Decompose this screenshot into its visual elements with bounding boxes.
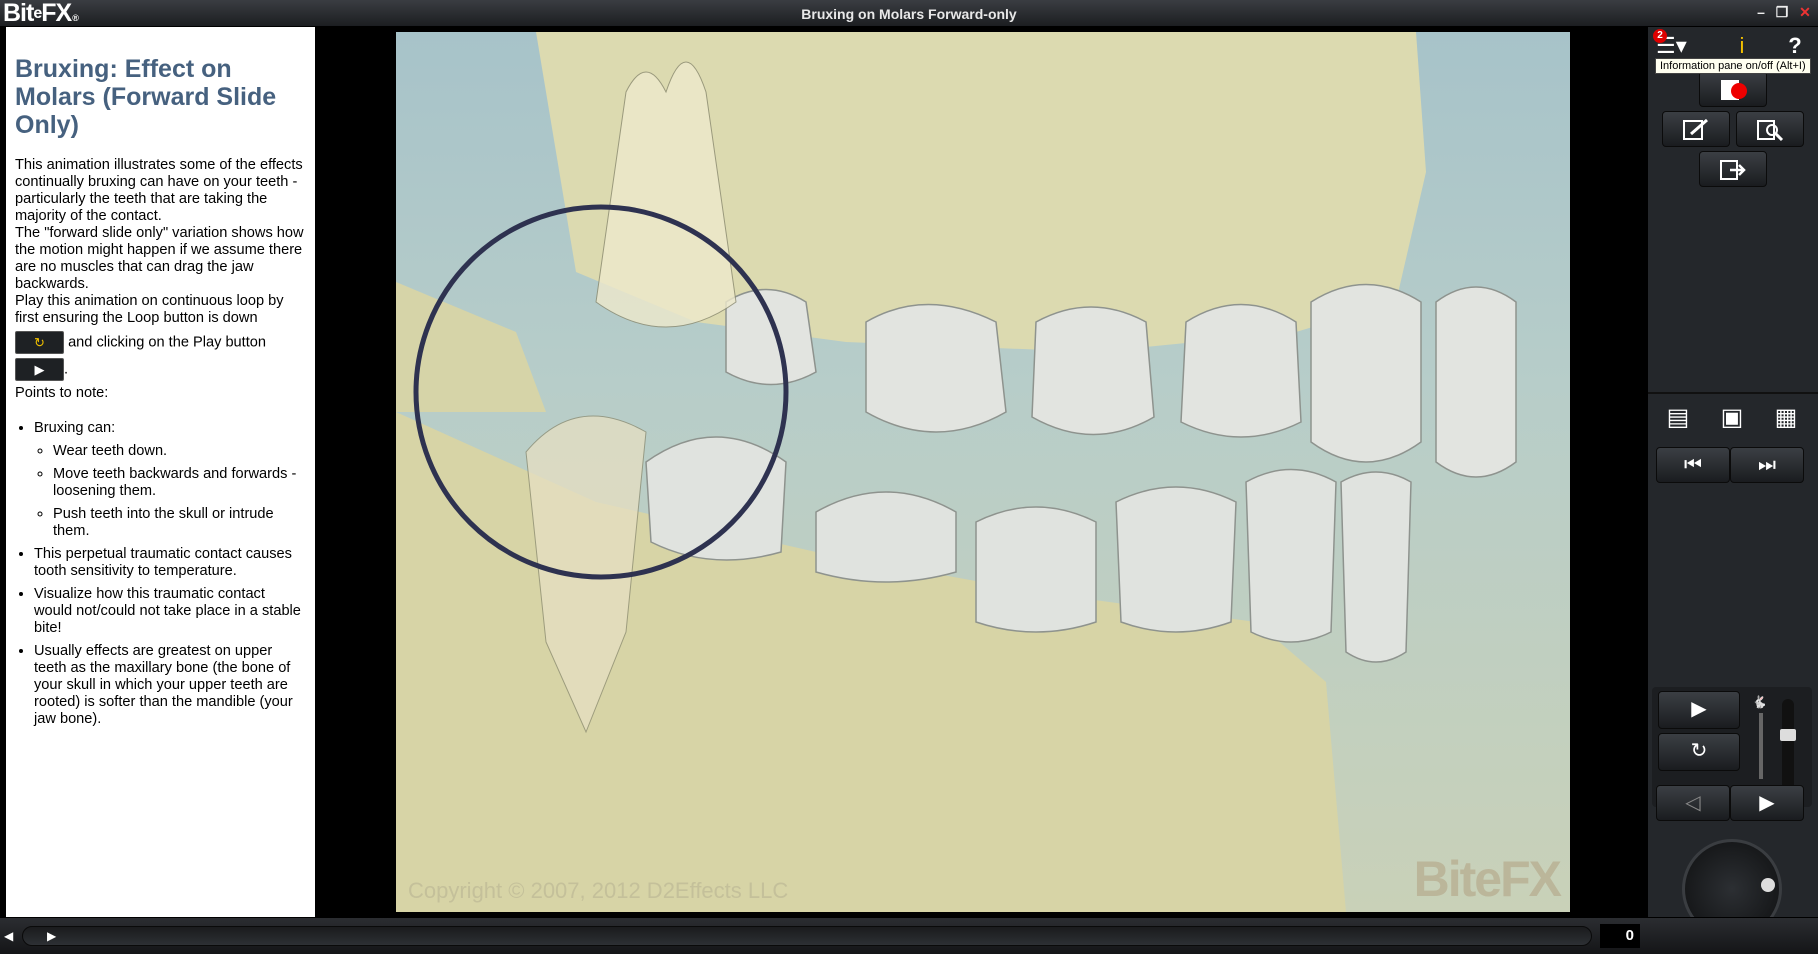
play-button[interactable]: ▶	[1658, 691, 1740, 729]
info-person-icon: i	[1739, 33, 1745, 58]
step-forward-button[interactable]: ▶	[1730, 785, 1804, 821]
filmstrip-button[interactable]: ▤	[1658, 400, 1698, 436]
list-item: Move teeth backwards and forwards - loos…	[53, 466, 305, 500]
play-icon: ▶	[15, 358, 64, 381]
presentation-button[interactable]: ▦	[1766, 400, 1806, 436]
caret-right-icon: ▶	[47, 929, 57, 943]
tooltip: Information pane on/off (Alt+I)	[1655, 58, 1811, 74]
info-pane-toggle-button[interactable]: i	[1727, 31, 1757, 61]
rabbit-icon: 🐇	[1752, 695, 1767, 709]
search-doc-icon	[1757, 120, 1784, 142]
frame-counter: 0	[1600, 924, 1640, 948]
bullet-text: Bruxing can:	[34, 420, 116, 436]
points-list: Bruxing can: Wear teeth down. Move teeth…	[34, 420, 305, 728]
skip-forward-icon: ⏭	[1758, 454, 1776, 476]
loop-icon: ↻	[1690, 740, 1708, 762]
timeline-scrubber[interactable]: ▶	[22, 926, 1592, 946]
loop-button[interactable]: ↻	[1658, 733, 1740, 771]
period: .	[64, 361, 69, 378]
step-back-icon: ◁	[1685, 792, 1701, 814]
copyright-text: Copyright © 2007, 2012 D2Effects LLC	[408, 878, 789, 903]
and-clicking-text: and clicking on the Play button	[68, 334, 267, 351]
step-back-button[interactable]: ◁	[1656, 785, 1730, 821]
export-button[interactable]	[1699, 151, 1767, 187]
skip-back-icon: ⏮	[1684, 454, 1702, 476]
information-pane: Bruxing: Effect on Molars (Forward Slide…	[6, 27, 315, 917]
play-instructions: Play this animation on continuous loop b…	[15, 293, 284, 326]
jaw-illustration	[396, 32, 1517, 912]
window-title: Bruxing on Molars Forward-only	[801, 6, 1017, 22]
record-icon	[1721, 80, 1747, 100]
points-label: Points to note:	[15, 385, 109, 401]
portrait-icon: ▣	[1720, 404, 1744, 431]
list-item: Bruxing can: Wear teeth down. Move teeth…	[34, 420, 305, 540]
intro-text: This animation illustrates some of the e…	[15, 157, 303, 224]
timeline-bar: ◀ ▶ 0	[0, 917, 1818, 954]
filmstrip-icon: ▤	[1666, 404, 1690, 431]
list-item: This perpetual traumatic contact causes …	[34, 546, 305, 580]
jog-wheel-knob[interactable]	[1761, 878, 1775, 892]
minimize-button[interactable]: –	[1752, 3, 1770, 21]
timeline-prev-button[interactable]: ◀	[4, 926, 20, 946]
close-button[interactable]: ✕	[1796, 3, 1814, 21]
previous-button[interactable]: ⏮	[1656, 447, 1730, 483]
step-forward-icon: ▶	[1759, 792, 1775, 814]
variation-text: The "forward slide only" variation shows…	[15, 225, 304, 292]
list-item: Push teeth into the skull or intrude the…	[53, 506, 305, 540]
help-button[interactable]: ?	[1780, 31, 1810, 61]
loop-icon: ↻	[15, 331, 64, 354]
speed-track	[1759, 713, 1763, 779]
list-item: Wear teeth down.	[53, 443, 305, 460]
edit-icon	[1683, 118, 1708, 140]
play-icon: ▶	[1691, 698, 1707, 720]
control-panel: ☰▾ 2 i ? ▤ ▣ ▦ ⏮ ⏭ ▶ ↻ 🐇 ◁ ▶	[1648, 27, 1818, 939]
speed-slider[interactable]: 🐇 🐢	[1752, 695, 1772, 799]
list-item: Visualize how this traumatic contact wou…	[34, 586, 305, 637]
animation-viewport[interactable]: Copyright © 2007, 2012 D2Effects LLC Bit…	[396, 32, 1570, 912]
single-view-button[interactable]: ▣	[1712, 400, 1752, 436]
next-button[interactable]: ⏭	[1730, 447, 1804, 483]
divider	[1648, 392, 1818, 394]
edit-button[interactable]	[1662, 111, 1730, 147]
caret-left-icon: ◀	[4, 929, 14, 943]
title-bar: BiteFX® Bruxing on Molars Forward-only –…	[0, 0, 1818, 27]
volume-handle[interactable]	[1780, 729, 1796, 741]
search-button[interactable]	[1736, 111, 1804, 147]
list-item: Usually effects are greatest on upper te…	[34, 643, 305, 728]
bitefx-watermark: BiteFX	[1413, 851, 1562, 907]
restore-button[interactable]: ❐	[1773, 3, 1791, 21]
notification-badge: 2	[1653, 29, 1667, 43]
info-title: Bruxing: Effect on Molars (Forward Slide…	[15, 55, 277, 139]
record-button[interactable]	[1699, 71, 1767, 107]
presentation-icon: ▦	[1774, 404, 1798, 431]
export-icon	[1720, 160, 1746, 180]
